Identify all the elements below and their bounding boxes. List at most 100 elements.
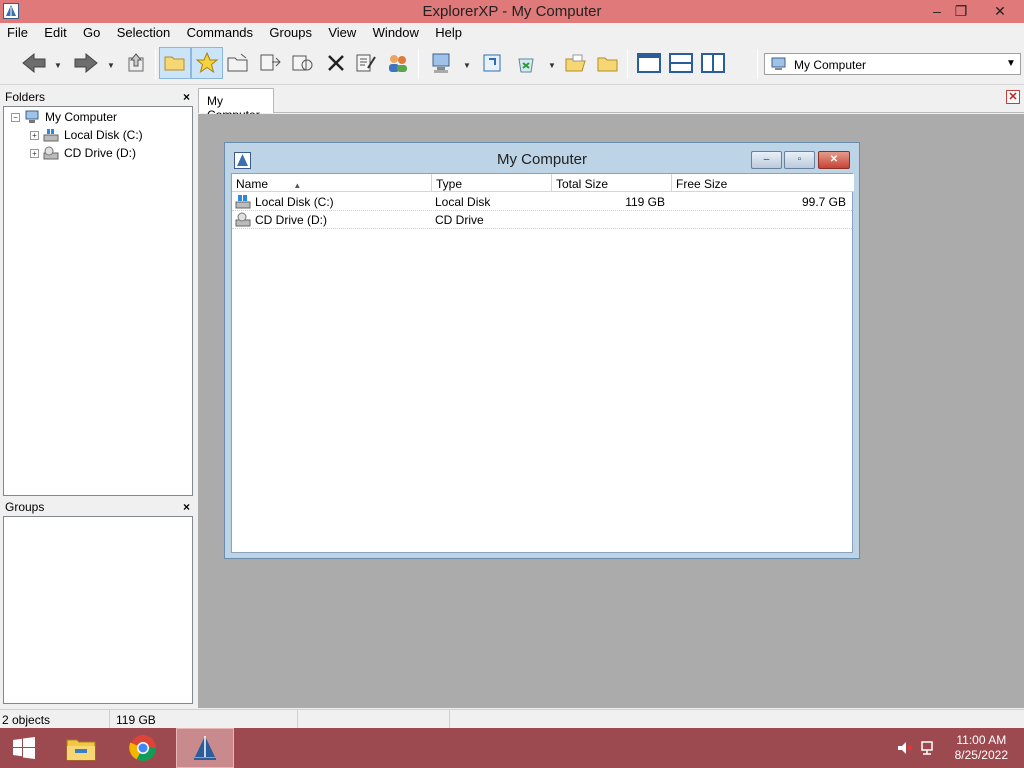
- address-value: My Computer: [794, 58, 867, 72]
- item-name: CD Drive (D:): [255, 213, 327, 227]
- tree-item-cd-drive[interactable]: + CD Drive (D:): [30, 144, 136, 162]
- users-icon[interactable]: [382, 47, 414, 79]
- window-title: ExplorerXP - My Computer: [422, 3, 602, 20]
- favorites-star-icon[interactable]: [191, 47, 223, 79]
- file-explorer-icon[interactable]: [58, 728, 104, 768]
- toolbar-separator: [757, 49, 758, 79]
- child-window-my-computer: My Computer – ▫ ✕ Name ▲ Type Total Size…: [224, 142, 860, 559]
- volume-muted-icon[interactable]: [894, 728, 916, 768]
- column-header-total-size[interactable]: Total Size: [552, 174, 672, 192]
- close-document-button[interactable]: ✕: [1006, 90, 1020, 104]
- column-label: Name: [236, 177, 269, 191]
- tree-item-my-computer[interactable]: − My Computer: [11, 108, 117, 126]
- folders-tree: − My Computer + Local Disk (C:) + CD Dri…: [3, 106, 193, 496]
- menu-help[interactable]: Help: [428, 23, 468, 43]
- folder-icon[interactable]: [159, 47, 191, 79]
- document-tab-strip: My Computer ✕: [198, 86, 1024, 122]
- child-close-button[interactable]: ✕: [818, 151, 850, 169]
- folder-plain-icon[interactable]: [592, 47, 624, 79]
- item-name: Local Disk (C:): [255, 195, 334, 209]
- recycle-dropdown-icon[interactable]: ▼: [548, 61, 556, 70]
- network-icon[interactable]: [918, 728, 940, 768]
- mdi-client-area: My Computer – ▫ ✕ Name ▲ Type Total Size…: [198, 114, 1024, 708]
- my-computer-icon[interactable]: [426, 47, 458, 79]
- item-type: Local Disk: [435, 195, 491, 209]
- chrome-icon[interactable]: [120, 728, 166, 768]
- menu-window[interactable]: Window: [366, 23, 425, 43]
- groups-pane-close-button[interactable]: ×: [183, 500, 190, 515]
- tree-expand-icon[interactable]: +: [30, 148, 39, 158]
- hard-disk-icon: [43, 129, 59, 142]
- menu-go[interactable]: Go: [76, 23, 106, 43]
- layout-horizontal-icon[interactable]: [665, 47, 697, 79]
- list-row-local-disk[interactable]: Local Disk (C:) Local Disk 119 GB 99.7 G…: [232, 193, 854, 211]
- back-dropdown-icon[interactable]: ▼: [54, 61, 62, 70]
- up-folder-icon[interactable]: [120, 47, 152, 79]
- tree-item-local-disk[interactable]: + Local Disk (C:): [30, 126, 143, 144]
- title-bar: ExplorerXP - My Computer – ❐ ✕: [0, 0, 1024, 23]
- groups-pane-title: Groups: [5, 500, 45, 514]
- menu-groups[interactable]: Groups: [262, 23, 318, 43]
- column-header-type[interactable]: Type: [432, 174, 552, 192]
- new-folder-icon[interactable]: [222, 47, 254, 79]
- folders-pane-title: Folders: [5, 90, 46, 104]
- item-free-size: 99.7 GB: [801, 195, 846, 209]
- menu-file[interactable]: File: [0, 23, 34, 43]
- menu-edit[interactable]: Edit: [37, 23, 72, 43]
- properties-icon[interactable]: [350, 47, 382, 79]
- windows-start-icon[interactable]: [6, 728, 42, 768]
- child-maximize-button[interactable]: ▫: [784, 151, 815, 169]
- menu-selection[interactable]: Selection: [110, 23, 176, 43]
- my-computer-icon: [25, 110, 39, 123]
- layout-vertical-icon[interactable]: [697, 47, 729, 79]
- hard-disk-icon: [235, 195, 251, 209]
- close-button[interactable]: ✕: [980, 0, 1020, 22]
- cd-drive-icon: [43, 146, 59, 160]
- menu-bar: File Edit Go Selection Commands Groups V…: [0, 23, 1024, 43]
- my-computer-icon: [771, 57, 786, 70]
- tree-item-label: My Computer: [45, 110, 118, 124]
- menu-view[interactable]: View: [321, 23, 362, 43]
- chevron-down-icon[interactable]: ▼: [1002, 54, 1020, 74]
- groups-list[interactable]: [3, 516, 193, 704]
- toolbar: ▼ ▼ ▼ ▼ My Computer ▼: [0, 43, 1024, 85]
- folders-pane-close-button[interactable]: ×: [183, 90, 190, 105]
- maximize-button[interactable]: ❐: [946, 0, 976, 22]
- open-folder-icon[interactable]: [560, 47, 592, 79]
- status-object-count: 2 objects: [0, 710, 110, 729]
- move-to-icon[interactable]: [286, 47, 318, 79]
- layout-single-icon[interactable]: [633, 47, 665, 79]
- column-header-free-size[interactable]: Free Size: [672, 174, 854, 192]
- toolbar-separator: [627, 49, 628, 79]
- tree-expand-icon[interactable]: +: [30, 130, 39, 140]
- item-type: CD Drive: [435, 213, 484, 227]
- status-bar: 2 objects 119 GB: [0, 709, 1024, 729]
- menu-commands[interactable]: Commands: [180, 23, 259, 43]
- refresh-icon[interactable]: [476, 47, 508, 79]
- status-total-size: 119 GB: [112, 710, 298, 729]
- column-header-name[interactable]: Name ▲: [232, 174, 432, 192]
- tab-my-computer[interactable]: My Computer: [198, 88, 274, 122]
- tree-collapse-icon[interactable]: −: [11, 112, 20, 122]
- taskbar: 11:00 AM 8/25/2022: [0, 728, 1024, 768]
- copy-to-icon[interactable]: [254, 47, 286, 79]
- forward-icon[interactable]: [70, 47, 102, 79]
- tree-item-label: Local Disk (C:): [64, 128, 143, 142]
- clock-time: 11:00 AM: [956, 733, 1007, 747]
- back-icon[interactable]: [18, 47, 50, 79]
- cd-drive-icon: [235, 212, 251, 227]
- delete-icon[interactable]: [320, 47, 352, 79]
- list-row-cd-drive[interactable]: CD Drive (D:) CD Drive: [232, 211, 854, 229]
- explorerxp-icon[interactable]: [176, 728, 234, 768]
- clock-date: 8/25/2022: [954, 748, 1008, 762]
- tree-item-label: CD Drive (D:): [64, 146, 136, 160]
- toolbar-separator: [155, 49, 156, 79]
- child-minimize-button[interactable]: –: [751, 151, 782, 169]
- system-clock[interactable]: 11:00 AM 8/25/2022: [955, 733, 1008, 763]
- my-computer-dropdown-icon[interactable]: ▼: [463, 61, 471, 70]
- address-combobox[interactable]: My Computer ▼: [764, 53, 1021, 75]
- forward-dropdown-icon[interactable]: ▼: [107, 61, 115, 70]
- folders-pane-header: Folders ×: [0, 90, 196, 106]
- status-panel: [300, 710, 450, 729]
- recycle-icon[interactable]: [510, 47, 542, 79]
